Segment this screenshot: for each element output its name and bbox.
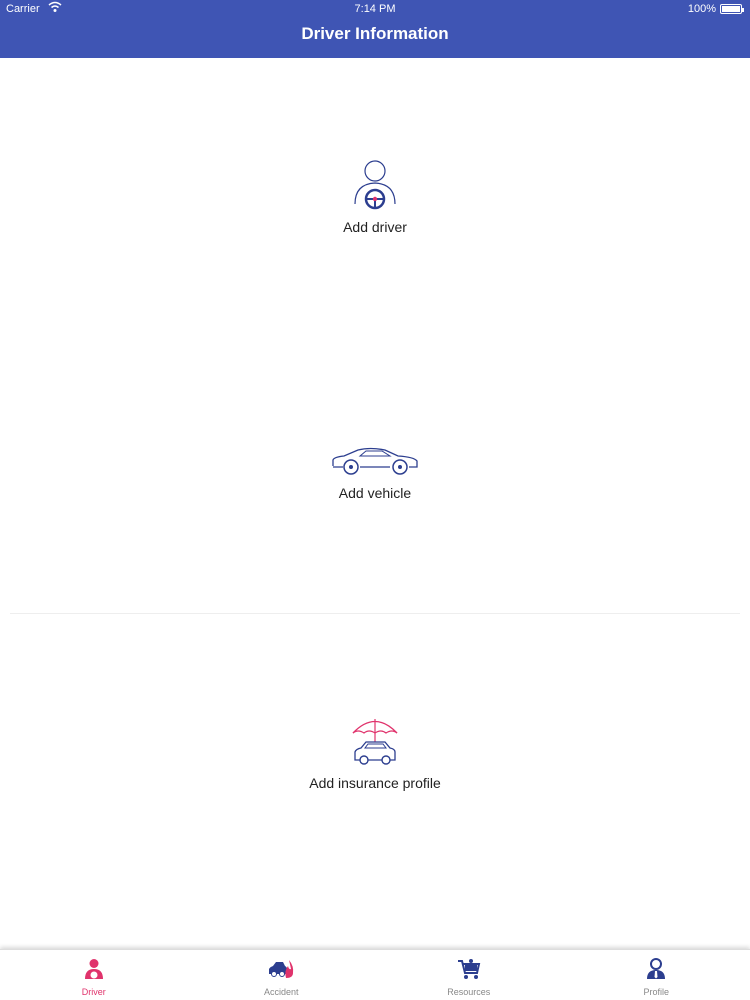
tab-resources[interactable]: Resources xyxy=(375,950,563,1000)
add-insurance-profile-button[interactable]: Add insurance profile xyxy=(0,716,750,791)
add-driver-label: Add driver xyxy=(343,219,407,235)
tab-accident[interactable]: Accident xyxy=(188,950,376,1000)
battery-icon xyxy=(720,4,744,14)
battery-percent: 100% xyxy=(687,3,716,15)
top-header: Carrier 7:14 PM 100% Driver Information xyxy=(0,0,750,58)
umbrella-car-icon xyxy=(0,716,750,771)
profile-icon xyxy=(563,958,750,985)
tab-resources-label: Resources xyxy=(447,987,491,997)
status-bar: Carrier 7:14 PM 100% xyxy=(0,0,750,20)
accident-icon xyxy=(188,958,376,985)
tab-profile-label: Profile xyxy=(643,987,669,997)
section-divider xyxy=(10,613,740,614)
driver-steering-icon xyxy=(0,158,750,215)
add-driver-button[interactable]: Add driver xyxy=(0,158,750,235)
driver-icon xyxy=(0,958,188,985)
status-time: 7:14 PM xyxy=(354,3,396,15)
cart-icon xyxy=(375,958,563,985)
tab-accident-label: Accident xyxy=(263,987,299,997)
add-insurance-profile-label: Add insurance profile xyxy=(309,775,441,791)
add-vehicle-label: Add vehicle xyxy=(338,485,412,501)
bottom-tab-bar: Driver Accident Resources Profile xyxy=(0,949,750,1000)
page-title: Driver Information xyxy=(301,24,449,43)
tab-driver-label: Driver xyxy=(81,987,106,997)
tab-driver[interactable]: Driver xyxy=(0,950,188,1000)
battery-indicator: 100% xyxy=(687,3,744,15)
car-icon xyxy=(0,446,750,481)
add-vehicle-button[interactable]: Add vehicle xyxy=(0,446,750,501)
tab-profile[interactable]: Profile xyxy=(563,950,750,1000)
